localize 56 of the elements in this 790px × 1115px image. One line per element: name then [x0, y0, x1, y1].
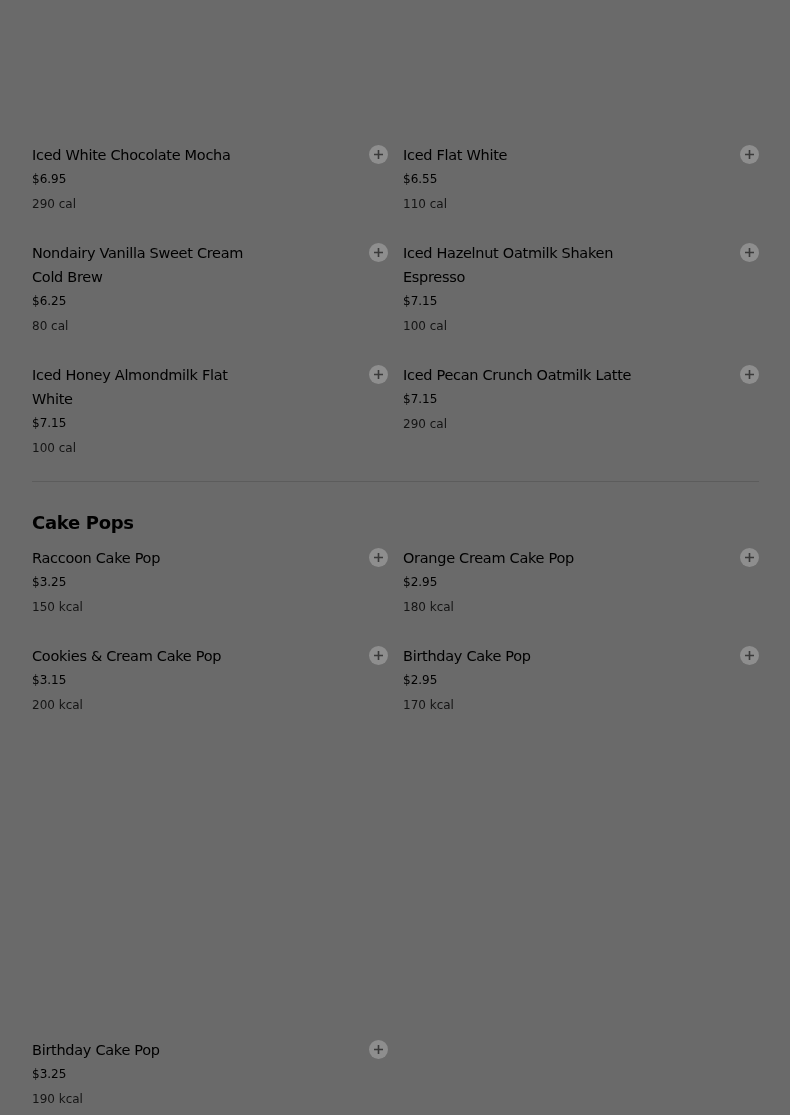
item-calories: 80 cal: [32, 318, 70, 335]
item-price: $2.95: [403, 672, 439, 689]
plus-icon: [374, 248, 383, 257]
item-calories: 190 kcal: [32, 1091, 84, 1108]
item-price: $3.15: [32, 672, 68, 689]
add-button[interactable]: [369, 548, 388, 567]
item-price: $3.25: [32, 574, 68, 591]
add-button[interactable]: [740, 145, 759, 164]
add-button[interactable]: [740, 646, 759, 665]
plus-icon: [374, 150, 383, 159]
plus-icon: [374, 370, 383, 379]
item-calories: 290 cal: [32, 196, 77, 213]
item-calories: 170 kcal: [403, 697, 455, 714]
add-button[interactable]: [369, 145, 388, 164]
item-price: $7.15: [32, 415, 68, 432]
item-calories: 150 kcal: [32, 599, 84, 616]
item-name: Iced White Chocolate Mocha: [32, 146, 231, 165]
item-price: $7.15: [403, 293, 439, 310]
item-name: Iced Flat White: [403, 146, 508, 165]
add-button[interactable]: [369, 646, 388, 665]
item-name: Cookies & Cream Cake Pop: [32, 647, 222, 666]
plus-icon: [745, 150, 754, 159]
item-name: Iced Hazelnut Oatmilk Shaken Espresso: [403, 244, 615, 287]
plus-icon: [745, 651, 754, 660]
plus-icon: [745, 370, 754, 379]
item-name: Raccoon Cake Pop: [32, 549, 161, 568]
plus-icon: [374, 553, 383, 562]
item-price: $7.15: [403, 391, 439, 408]
plus-icon: [374, 1045, 383, 1054]
item-name: Birthday Cake Pop: [403, 647, 531, 666]
item-name: Iced Honey Almondmilk Flat White: [32, 366, 229, 409]
add-button[interactable]: [740, 243, 759, 262]
item-calories: 200 kcal: [32, 697, 84, 714]
add-button[interactable]: [369, 243, 388, 262]
item-price: $6.95: [32, 171, 68, 188]
add-button[interactable]: [740, 365, 759, 384]
item-calories: 110 cal: [403, 196, 448, 213]
add-button[interactable]: [740, 548, 759, 567]
item-price: $3.25: [32, 1066, 68, 1083]
item-name: Orange Cream Cake Pop: [403, 549, 574, 568]
plus-icon: [745, 553, 754, 562]
item-calories: 100 cal: [403, 318, 448, 335]
item-price: $2.95: [403, 574, 439, 591]
section-title: Cake Pops: [32, 511, 135, 535]
item-calories: 180 kcal: [403, 599, 455, 616]
item-calories: 290 cal: [403, 416, 448, 433]
item-name: Nondairy Vanilla Sweet Cream Cold Brew: [32, 244, 245, 287]
add-button[interactable]: [369, 1040, 388, 1059]
add-button[interactable]: [369, 365, 388, 384]
item-price: $6.25: [32, 293, 68, 310]
item-price: $6.55: [403, 171, 439, 188]
plus-icon: [374, 651, 383, 660]
item-name: Iced Pecan Crunch Oatmilk Latte: [403, 366, 632, 385]
item-calories: 100 cal: [32, 440, 77, 457]
item-name: Birthday Cake Pop: [32, 1041, 160, 1060]
plus-icon: [745, 248, 754, 257]
